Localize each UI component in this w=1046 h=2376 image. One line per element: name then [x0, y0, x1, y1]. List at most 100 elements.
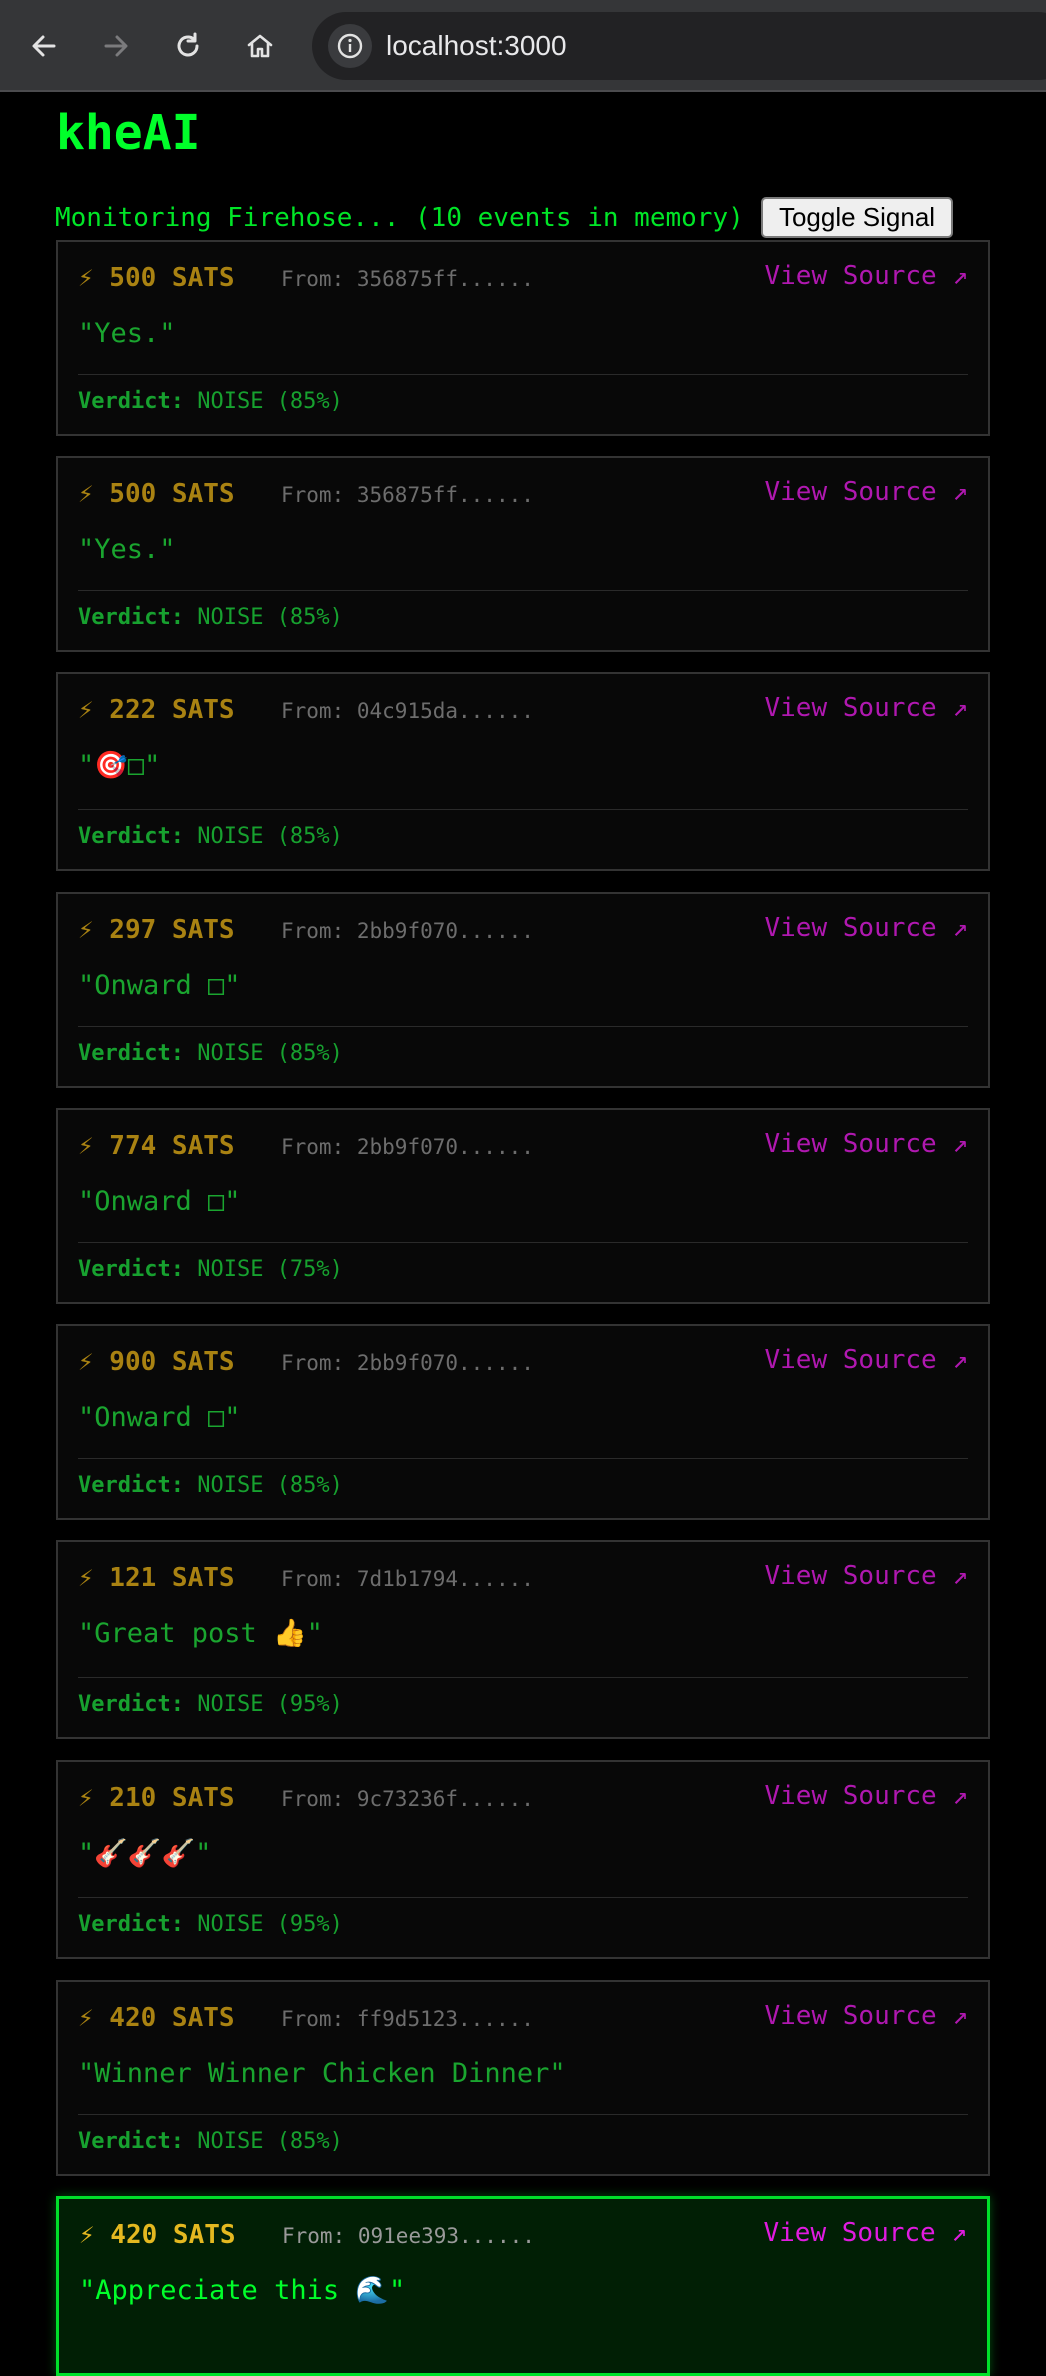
- sats-amount: ⚡ 900 SATS: [78, 1347, 235, 1377]
- view-source-link[interactable]: View Source ↗: [765, 910, 969, 946]
- view-source-link[interactable]: View Source ↗: [765, 1778, 969, 1814]
- from-prefix: From:: [281, 267, 345, 291]
- verdict-line: Verdict: NOISE (85%): [78, 1038, 343, 1070]
- event-card: ⚡ 420 SATS From: 091ee393...... View Sourc…: [56, 2196, 990, 2376]
- sats-amount: ⚡ 774 SATS: [78, 1131, 235, 1161]
- app-title: kheAI: [56, 105, 201, 161]
- event-content: "Yes.": [78, 534, 176, 565]
- forward-arrow-icon: [104, 35, 128, 57]
- sender-id: 9c73236f......: [356, 1787, 534, 1811]
- event-card: ⚡ 900 SATS From: 2bb9f070...... View Sourc…: [56, 1324, 990, 1520]
- view-source-link[interactable]: View Source ↗: [764, 2215, 968, 2251]
- event-content: "Onward □": [78, 970, 241, 1001]
- verdict-line: Verdict: NOISE (85%): [78, 386, 343, 418]
- from-prefix: From:: [281, 483, 345, 507]
- from-prefix: From:: [281, 919, 345, 943]
- sats-amount: ⚡ 500 SATS: [78, 479, 235, 509]
- event-content: "🎯□": [78, 750, 161, 781]
- from-prefix: From:: [281, 1135, 345, 1159]
- sender-id: 7d1b1794......: [356, 1567, 534, 1591]
- from-prefix: From:: [282, 2224, 346, 2248]
- view-source-link[interactable]: View Source ↗: [765, 1342, 969, 1378]
- verdict-label: Verdict:: [78, 824, 184, 849]
- address-bar[interactable]: localhost:3000: [312, 12, 1046, 80]
- verdict-line: Verdict: NOISE (85%): [78, 1470, 343, 1502]
- sender-label: From: ff9d5123......: [281, 2003, 534, 2035]
- verdict-line: Verdict: NOISE (95%): [78, 1689, 343, 1721]
- verdict-label: Verdict:: [78, 605, 184, 630]
- verdict-value: NOISE (85%): [197, 389, 343, 414]
- view-source-link[interactable]: View Source ↗: [765, 258, 969, 294]
- verdict-line: Verdict: NOISE (85%): [78, 602, 343, 634]
- sender-id: 091ee393......: [357, 2224, 535, 2248]
- event-card: ⚡ 420 SATS From: ff9d5123...... View Sourc…: [56, 1980, 990, 2176]
- reload-button[interactable]: [164, 22, 212, 70]
- forward-button[interactable]: [92, 22, 140, 70]
- from-prefix: From:: [281, 1567, 345, 1591]
- sats-amount: ⚡ 222 SATS: [78, 695, 235, 725]
- sender-id: 356875ff......: [356, 267, 534, 291]
- sender-id: 356875ff......: [356, 483, 534, 507]
- verdict-value: NOISE (95%): [197, 1912, 343, 1937]
- toggle-signal-button[interactable]: Toggle Signal: [761, 197, 953, 238]
- info-icon: [337, 33, 363, 59]
- verdict-line: Verdict: NOISE (75%): [78, 1254, 343, 1286]
- sats-amount: ⚡ 210 SATS: [78, 1783, 235, 1813]
- sender-label: From: 2bb9f070......: [281, 1131, 534, 1163]
- card-divider: [78, 2114, 968, 2115]
- verdict-value: NOISE (75%): [197, 1257, 343, 1282]
- verdict-value: NOISE (95%): [197, 1692, 343, 1717]
- reload-icon: [177, 32, 199, 57]
- home-button[interactable]: [236, 22, 284, 70]
- event-card: ⚡ 121 SATS From: 7d1b1794...... View Sourc…: [56, 1540, 990, 1739]
- sender-id: 2bb9f070......: [356, 919, 534, 943]
- back-button[interactable]: [20, 22, 68, 70]
- view-source-link[interactable]: View Source ↗: [765, 1558, 969, 1594]
- event-content: "🎸🎸🎸": [78, 1838, 212, 1869]
- verdict-label: Verdict:: [78, 2129, 184, 2154]
- from-prefix: From:: [281, 699, 345, 723]
- event-content: "Great post 👍": [78, 1618, 323, 1649]
- event-card: ⚡ 210 SATS From: 9c73236f...... View Sourc…: [56, 1760, 990, 1959]
- event-card: ⚡ 222 SATS From: 04c915da...... View Sourc…: [56, 672, 990, 871]
- sender-id: 2bb9f070......: [356, 1351, 534, 1375]
- verdict-value: NOISE (85%): [197, 824, 343, 849]
- event-content: "Onward □": [78, 1186, 241, 1217]
- verdict-line: Verdict: NOISE (85%): [78, 821, 343, 853]
- verdict-label: Verdict:: [78, 1912, 184, 1937]
- verdict-value: NOISE (85%): [197, 605, 343, 630]
- event-card: ⚡ 500 SATS From: 356875ff...... View Sourc…: [56, 456, 990, 652]
- sender-id: 04c915da......: [356, 699, 534, 723]
- view-source-link[interactable]: View Source ↗: [765, 474, 969, 510]
- view-source-link[interactable]: View Source ↗: [765, 690, 969, 726]
- verdict-label: Verdict:: [78, 1473, 184, 1498]
- site-info-button[interactable]: [328, 24, 372, 68]
- event-card: ⚡ 774 SATS From: 2bb9f070...... View Sourc…: [56, 1108, 990, 1304]
- view-source-link[interactable]: View Source ↗: [765, 1998, 969, 2034]
- browser-toolbar: localhost:3000: [0, 0, 1046, 92]
- event-content: "Onward □": [78, 1402, 241, 1433]
- card-divider: [78, 374, 968, 375]
- card-divider: [78, 1026, 968, 1027]
- sender-id: ff9d5123......: [356, 2007, 534, 2031]
- verdict-line: Verdict: NOISE (95%): [78, 1909, 343, 1941]
- view-source-link[interactable]: View Source ↗: [765, 1126, 969, 1162]
- home-icon: [247, 34, 273, 58]
- card-divider: [78, 1242, 968, 1243]
- verdict-label: Verdict:: [78, 1041, 184, 1066]
- event-content: "Yes.": [78, 318, 176, 349]
- verdict-label: Verdict:: [78, 389, 184, 414]
- sats-amount: ⚡ 297 SATS: [78, 915, 235, 945]
- sender-label: From: 356875ff......: [281, 263, 534, 295]
- card-divider: [78, 590, 968, 591]
- sats-amount: ⚡ 121 SATS: [78, 1563, 235, 1593]
- sender-label: From: 2bb9f070......: [281, 915, 534, 947]
- verdict-value: NOISE (85%): [197, 2129, 343, 2154]
- sender-id: 2bb9f070......: [356, 1135, 534, 1159]
- event-card: ⚡ 500 SATS From: 356875ff...... View Sourc…: [56, 240, 990, 436]
- card-divider: [78, 1677, 968, 1678]
- sender-label: From: 7d1b1794......: [281, 1563, 534, 1595]
- sender-label: From: 091ee393......: [282, 2220, 535, 2252]
- card-divider: [78, 1897, 968, 1898]
- back-arrow-icon: [32, 35, 56, 57]
